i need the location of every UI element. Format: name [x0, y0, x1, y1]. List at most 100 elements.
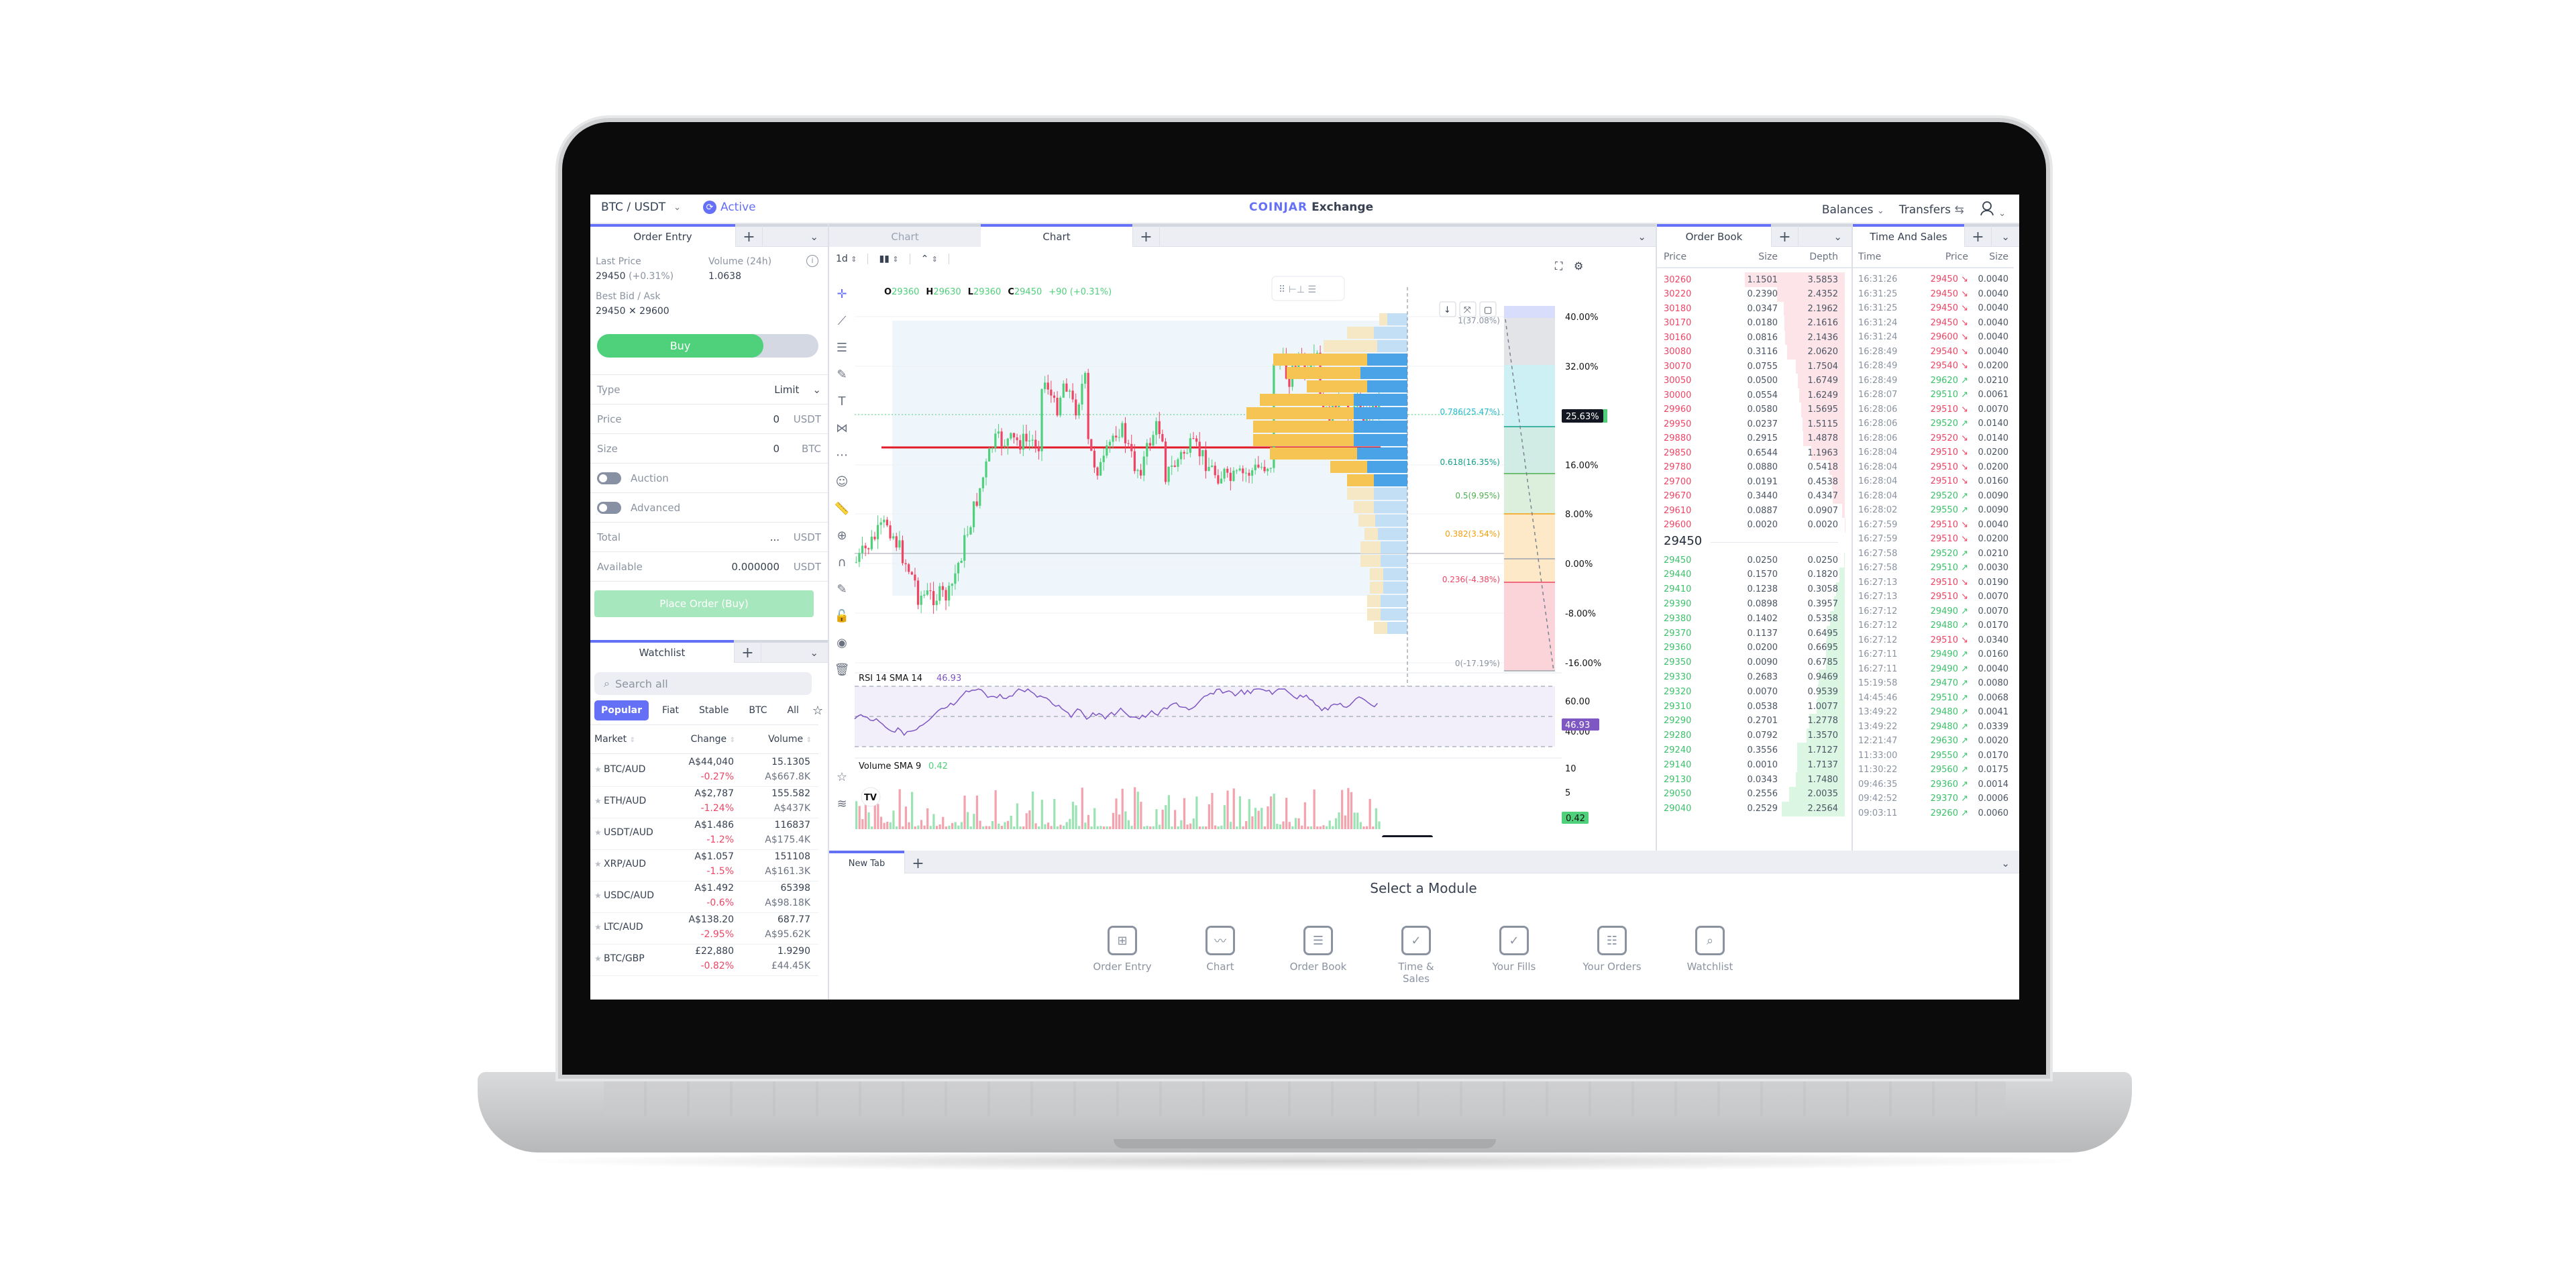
star-icon[interactable]: ★ — [594, 765, 602, 774]
panel-menu-button[interactable]: ⌄ — [762, 224, 828, 246]
auction-toggle[interactable] — [597, 472, 621, 484]
add-tab-button[interactable]: + — [1132, 224, 1159, 247]
module-order-book[interactable]: ☰ Order Book — [1288, 926, 1348, 985]
bid-row[interactable]: 29040 0.2529 2.2564 — [1657, 801, 1851, 816]
ask-row[interactable]: 30080 0.3116 2.0620 — [1657, 344, 1851, 360]
bid-row[interactable]: 29380 0.1402 0.5358 — [1657, 611, 1851, 627]
bid-row[interactable]: 29440 0.1570 0.1820 — [1657, 567, 1851, 582]
module-your-orders[interactable]: ☷ Your Orders — [1582, 926, 1642, 985]
star-icon[interactable]: ★ — [594, 859, 602, 869]
ask-row[interactable]: 30220 0.2390 2.4352 — [1657, 286, 1851, 302]
add-tab-button[interactable]: + — [1771, 224, 1798, 247]
star-icon[interactable]: ★ — [594, 891, 602, 900]
ask-row[interactable]: 29950 0.0237 1.5115 — [1657, 417, 1851, 431]
advanced-toggle[interactable] — [597, 501, 621, 514]
ask-row[interactable]: 29600 0.0020 0.0020 — [1657, 517, 1851, 533]
module-time-sales[interactable]: ✓ Time & Sales — [1386, 926, 1446, 985]
star-icon[interactable]: ★ — [594, 828, 602, 837]
bid-row[interactable]: 29350 0.0090 0.6785 — [1657, 655, 1851, 670]
ask-row[interactable]: 30050 0.0500 1.6749 — [1657, 373, 1851, 388]
bid-row[interactable]: 29130 0.0343 1.7480 — [1657, 772, 1851, 787]
ask-row[interactable]: 29670 0.3440 0.4347 — [1657, 488, 1851, 504]
watchlist-row[interactable]: ★ USDC/AUD A$1.492 -0.6% 65398 A$98.18K — [590, 881, 818, 913]
bid-row[interactable]: 29390 0.0898 0.3957 — [1657, 596, 1851, 612]
add-tab-button[interactable]: + — [1964, 224, 1991, 247]
watchlist-row[interactable]: ★ BTC/AUD A$44,040 -0.27% 15.1305 A$667.8K — [590, 755, 818, 787]
panel-menu-button[interactable]: ⌄ — [1991, 224, 2019, 246]
watchlist-search-input[interactable]: ⌕ Search all — [594, 672, 812, 695]
filter-fiat[interactable]: Fiat — [655, 700, 686, 720]
ask-row[interactable]: 30070 0.0755 1.7504 — [1657, 359, 1851, 374]
ask-row[interactable]: 29700 0.0191 0.4538 — [1657, 474, 1851, 489]
ask-row[interactable]: 29780 0.0880 0.5418 — [1657, 460, 1851, 475]
ask-row[interactable]: 30170 0.0180 2.1616 — [1657, 315, 1851, 331]
filter-stable[interactable]: Stable — [692, 700, 735, 720]
tab-chart-1[interactable]: Chart — [829, 224, 981, 247]
bid-row[interactable]: 29140 0.0010 1.7137 — [1657, 757, 1851, 773]
ask-row[interactable]: 30160 0.0816 2.1436 — [1657, 330, 1851, 345]
bid-row[interactable]: 29290 0.2701 1.2778 — [1657, 713, 1851, 729]
user-menu[interactable]: ⌄ — [1979, 200, 2006, 219]
filter-popular[interactable]: Popular — [594, 700, 649, 720]
balances-menu[interactable]: Balances ⌄ — [1822, 203, 1884, 217]
panel-menu-button[interactable]: ⌄ — [1798, 224, 1851, 246]
module-chart[interactable]: 〰 Chart — [1190, 926, 1250, 985]
add-tab-button[interactable]: + — [735, 224, 762, 247]
bid-row[interactable]: 29370 0.1137 0.6495 — [1657, 626, 1851, 641]
star-icon[interactable]: ★ — [594, 954, 602, 963]
add-tab-button[interactable]: + — [734, 640, 761, 663]
chart-canvas[interactable]: 40.00%32.00%24.00%16.00%8.00%0.00%-8.00%… — [830, 247, 1656, 837]
tab-chart-2[interactable]: Chart — [981, 224, 1132, 247]
watchlist-row[interactable]: ★ LTC/AUD A$138.20 -2.95% 687.77 A$95.62K — [590, 913, 818, 945]
tab-watchlist[interactable]: Watchlist — [590, 640, 734, 663]
watchlist-row[interactable]: ★ USDT/AUD A$1.486 -1.2% 116837 A$175.4K — [590, 818, 818, 850]
bid-row[interactable]: 29330 0.2683 0.9469 — [1657, 669, 1851, 685]
module-your-fills[interactable]: ✓ Your Fills — [1484, 926, 1544, 985]
column-market[interactable]: Market ⇕ — [594, 734, 635, 745]
transfers-link[interactable]: Transfers ⇆ — [1899, 203, 1964, 217]
bid-row[interactable]: 29450 0.0250 0.0250 — [1657, 553, 1851, 568]
star-icon[interactable]: ★ — [594, 796, 602, 806]
star-icon[interactable]: ★ — [594, 922, 602, 932]
price-input[interactable]: Price 0 USDT — [590, 404, 828, 433]
ask-row[interactable]: 29850 0.6544 1.1963 — [1657, 445, 1851, 460]
bid-row[interactable]: 29320 0.0070 0.9539 — [1657, 684, 1851, 700]
buy-button[interactable]: Buy — [597, 334, 763, 358]
filter-btc[interactable]: BTC — [742, 700, 773, 720]
tab-time-and-sales[interactable]: Time And Sales — [1853, 224, 1964, 247]
panel-menu-button[interactable]: ⌄ — [761, 640, 828, 662]
pair-selector[interactable]: BTC / USDT ⌄ — [601, 201, 681, 214]
bid-row[interactable]: 29050 0.2556 2.0035 — [1657, 786, 1851, 802]
watchlist-row[interactable]: ★ ETH/AUD A$2,787 -1.24% 155.582 A$437K — [590, 787, 818, 818]
module-order-entry[interactable]: ⊞ Order Entry — [1092, 926, 1152, 985]
volume-bar — [1368, 798, 1371, 829]
star-icon[interactable]: ☆ — [812, 704, 823, 718]
size-input[interactable]: Size 0 BTC — [590, 433, 828, 463]
module-watchlist[interactable]: ⌕ Watchlist — [1680, 926, 1740, 985]
bid-row[interactable]: 29360 0.0200 0.6695 — [1657, 640, 1851, 655]
tab-order-book[interactable]: Order Book — [1657, 224, 1771, 247]
ask-row[interactable]: 30260 1.1501 3.5853 — [1657, 272, 1851, 287]
watchlist-row[interactable]: ★ XRP/AUD A$1.057 -1.5% 151108 A$161.3K — [590, 850, 818, 881]
size-value[interactable]: 0 — [773, 443, 780, 455]
bid-row[interactable]: 29310 0.0538 1.0077 — [1657, 699, 1851, 714]
tab-order-entry[interactable]: Order Entry — [590, 224, 735, 247]
order-type-select[interactable]: Type Limit ⌄ — [590, 374, 828, 404]
price-value[interactable]: 0 — [773, 413, 780, 425]
column-volume[interactable]: Volume ⇕ — [768, 734, 812, 745]
column-change[interactable]: Change ⇕ — [691, 734, 735, 745]
ask-row[interactable]: 29610 0.0887 0.0907 — [1657, 503, 1851, 518]
bid-row[interactable]: 29240 0.3556 1.7127 — [1657, 743, 1851, 758]
ask-row[interactable]: 30180 0.0347 2.1962 — [1657, 301, 1851, 316]
place-order-button[interactable]: Place Order (Buy) — [594, 590, 814, 617]
ask-row[interactable]: 29960 0.0580 1.5695 — [1657, 402, 1851, 417]
panel-menu-button[interactable]: ⌄ — [1159, 224, 1656, 246]
bid-row[interactable]: 29410 0.1238 0.3058 — [1657, 582, 1851, 597]
info-icon[interactable]: i — [806, 255, 818, 267]
ask-row[interactable]: 30000 0.0554 1.6249 — [1657, 388, 1851, 402]
ask-row[interactable]: 29880 0.2915 1.4878 — [1657, 431, 1851, 446]
side-toggle[interactable]: Buy — [597, 334, 818, 358]
watchlist-row[interactable]: ★ BTC/GBP £22,880 -0.82% 1.9290 £44.45K — [590, 945, 818, 976]
filter-all[interactable]: All — [781, 700, 806, 720]
bid-row[interactable]: 29280 0.0792 1.3570 — [1657, 728, 1851, 743]
